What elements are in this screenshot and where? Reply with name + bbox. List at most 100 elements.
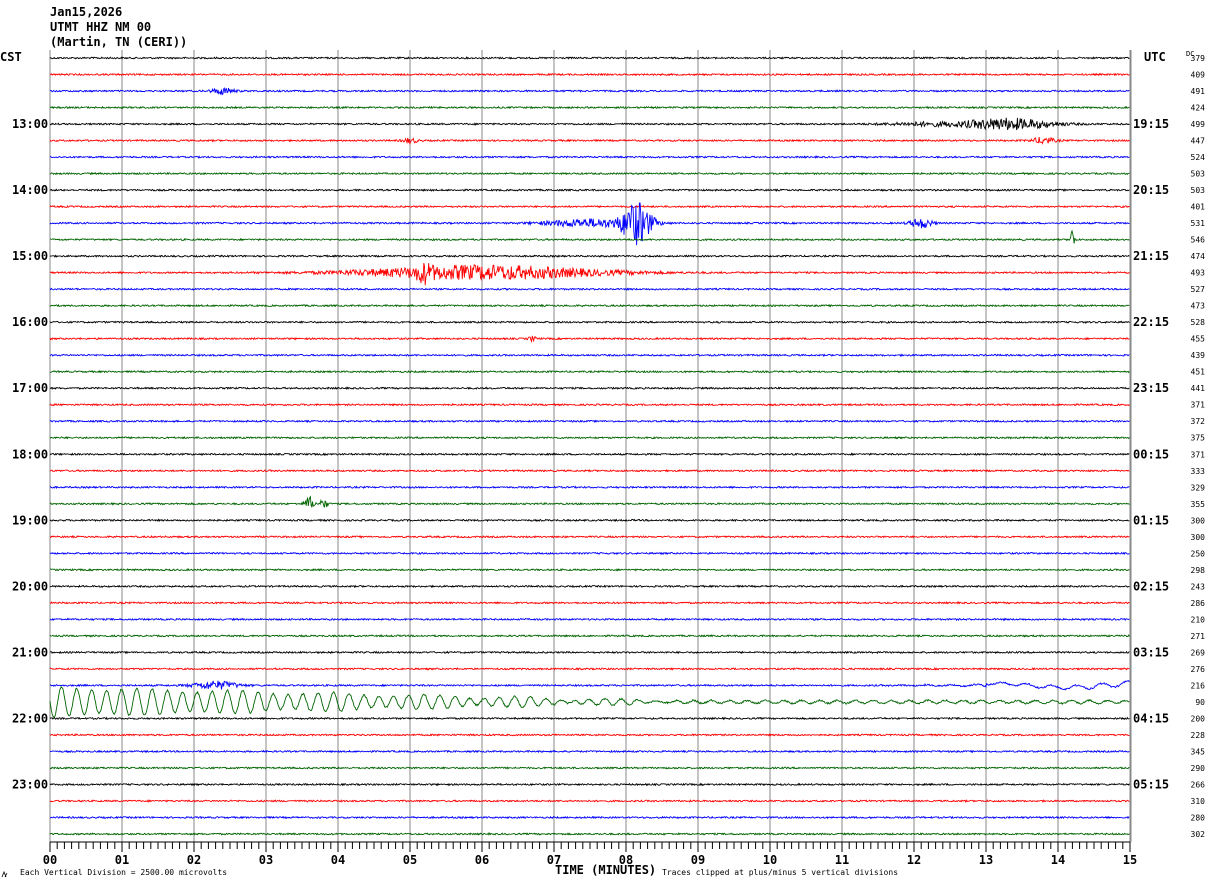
dc-value: 250 [1191, 549, 1206, 558]
cst-time-label: 20:00 [12, 579, 48, 593]
cst-time-label: 17:00 [12, 381, 48, 395]
utc-axis-label: UTC [1144, 50, 1166, 64]
dc-value: 200 [1191, 714, 1206, 723]
dc-value: 491 [1191, 87, 1206, 96]
dc-value: 300 [1191, 533, 1206, 542]
dc-value: 524 [1191, 153, 1206, 162]
trace-8 [49, 188, 1130, 192]
trace-42 [49, 749, 1130, 754]
dc-value: 531 [1191, 219, 1206, 228]
dc-value: 329 [1191, 483, 1206, 492]
time-labels: 379 409 491 424 499 447 524 503 503 401 531 546 474 4… [12, 54, 1205, 839]
trace-7 [49, 171, 1130, 176]
utc-time-label: 02:15 [1133, 579, 1169, 593]
dc-value: 503 [1191, 170, 1206, 179]
x-tick-label: 03 [259, 853, 273, 867]
dc-value: 503 [1191, 186, 1206, 195]
dc-value: 345 [1191, 747, 1206, 756]
trace-6 [49, 155, 1130, 160]
cst-time-label: 15:00 [12, 249, 48, 263]
trace-3 [49, 105, 1130, 110]
dc-value: 546 [1191, 236, 1206, 245]
x-tick-label: 01 [115, 853, 129, 867]
trace-15 [49, 303, 1130, 308]
dc-value: 269 [1191, 648, 1206, 657]
trace-34 [49, 617, 1130, 622]
trace-0 [49, 56, 1130, 60]
dc-value: 409 [1191, 71, 1206, 80]
trace-17 [49, 335, 1130, 344]
dc-value: 371 [1191, 450, 1206, 459]
x-axis-title: TIME (MINUTES) [555, 863, 656, 877]
cst-axis-label: CST [0, 50, 22, 64]
utc-time-label: 23:15 [1133, 381, 1169, 395]
trace-2 [50, 87, 1130, 96]
dc-value: 243 [1191, 582, 1206, 591]
x-tick-label: 12 [907, 853, 921, 867]
dc-value: 527 [1191, 285, 1206, 294]
trace-25 [49, 468, 1130, 473]
utc-time-label: 00:15 [1133, 447, 1169, 461]
trace-5 [49, 136, 1130, 146]
trace-31 [49, 568, 1130, 572]
trace-30 [49, 551, 1130, 556]
trace-27 [49, 495, 1130, 509]
utc-time-label: 04:15 [1133, 711, 1169, 725]
dc-value: 375 [1191, 434, 1206, 443]
dc-value: 276 [1191, 665, 1206, 674]
utc-time-label: 19:15 [1133, 117, 1169, 131]
x-tick-label: 09 [691, 853, 705, 867]
trace-1 [49, 72, 1130, 77]
dc-value: 290 [1191, 764, 1206, 773]
trace-23 [49, 435, 1130, 440]
dc-value: 493 [1191, 269, 1206, 278]
trace-36 [49, 650, 1130, 655]
dc-value: 401 [1191, 203, 1206, 212]
date-label: Jan15,2026 [50, 5, 122, 19]
trace-43 [49, 766, 1130, 770]
x-tick-label: 15 [1123, 853, 1137, 867]
x-tick-label: 02 [187, 853, 201, 867]
dc-value: 441 [1191, 384, 1206, 393]
dc-value: 271 [1191, 632, 1206, 641]
scale-note: Each Vertical Division = 2500.00 microvo… [20, 868, 227, 877]
cst-time-label: 14:00 [12, 183, 48, 197]
x-tick-label: 14 [1051, 853, 1065, 867]
trace-41 [49, 733, 1130, 737]
utc-time-label: 20:15 [1133, 183, 1169, 197]
traces [49, 56, 1130, 836]
dc-value: 280 [1191, 813, 1206, 822]
trace-39 [49, 685, 1130, 719]
trace-16 [49, 320, 1130, 324]
cst-time-label: 22:00 [12, 711, 48, 725]
trace-26 [49, 485, 1130, 490]
trace-21 [49, 402, 1130, 407]
dc-value: 333 [1191, 467, 1206, 476]
x-tick-label: 10 [763, 853, 777, 867]
trace-18 [49, 353, 1130, 358]
dc-value: 424 [1191, 104, 1206, 113]
x-tick-label: 13 [979, 853, 993, 867]
dc-value: 210 [1191, 615, 1206, 624]
cst-time-label: 23:00 [12, 777, 48, 791]
dc-value: 379 [1191, 54, 1206, 63]
trace-4 [49, 117, 1130, 131]
dc-value: 266 [1191, 780, 1206, 789]
dc-value: 447 [1191, 137, 1206, 146]
trace-38 [50, 680, 1130, 691]
trace-12 [49, 254, 1130, 258]
dc-value: 455 [1191, 335, 1206, 344]
dc-value: 302 [1191, 830, 1206, 839]
trace-11 [50, 229, 1130, 244]
dc-value: 451 [1191, 368, 1206, 377]
trace-20 [49, 386, 1130, 391]
x-tick-label: 11 [835, 853, 849, 867]
trace-22 [49, 419, 1130, 424]
trace-28 [49, 518, 1130, 523]
dc-value: 310 [1191, 797, 1206, 806]
x-tick-label: 00 [43, 853, 57, 867]
trace-45 [49, 799, 1130, 803]
utc-time-label: 22:15 [1133, 315, 1169, 329]
station-label: UTMT HHZ NM 00 [50, 20, 151, 34]
dc-value: 90 [1195, 698, 1205, 707]
